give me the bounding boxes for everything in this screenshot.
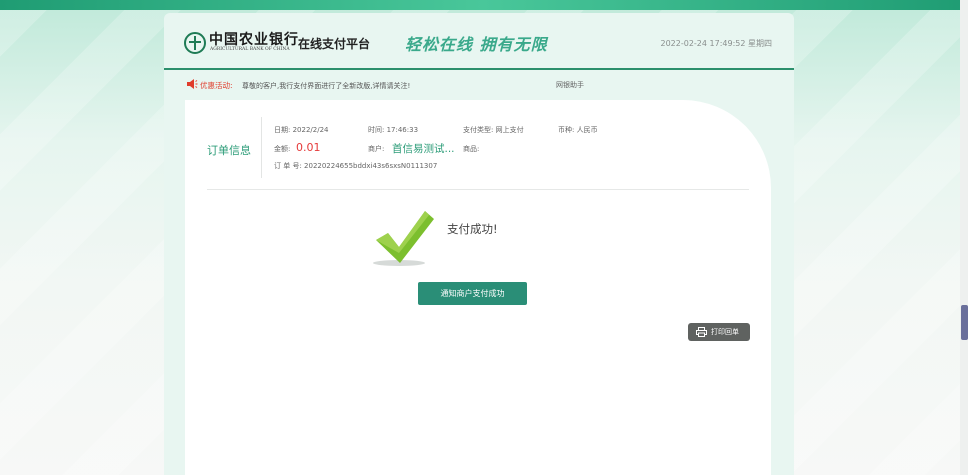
payment-result-card: 订单信息 日期: 2022/2/24 时间: 17:46:33 支付类型: 网上…: [185, 100, 771, 475]
success-check-icon: [373, 211, 434, 266]
header: 中国农业银行 AGRICULTURAL BANK OF CHINA 在线支付平台…: [164, 13, 794, 70]
bank-name: 中国农业银行: [209, 32, 299, 48]
online-banking-assistant-link[interactable]: 网银助手: [556, 80, 584, 90]
notify-merchant-button[interactable]: 通知商户支付成功: [418, 282, 527, 305]
print-button-label: 打印回单: [711, 328, 739, 336]
section-divider: [207, 189, 749, 190]
print-receipt-button[interactable]: 打印回单: [688, 323, 750, 341]
current-datetime: 2022-02-24 17:49:52 星期四: [660, 39, 772, 48]
promo-label: 优惠活动:: [200, 81, 233, 90]
abc-logo-icon: [184, 32, 206, 54]
order-date: 日期: 2022/2/24: [274, 126, 329, 134]
payment-type: 支付类型: 网上支付: [463, 126, 524, 134]
merchant-label: 商户:: [368, 145, 385, 153]
slogan: 轻松在线 拥有无限: [405, 35, 548, 54]
speaker-icon: [187, 79, 198, 89]
currency: 币种: 人民币: [558, 126, 598, 134]
amount-value: 0.01: [296, 141, 321, 154]
notice-text[interactable]: 尊敬的客户,我行支付界面进行了全新改版,详情请关注!: [242, 81, 410, 91]
notice-bar: 优惠活动: 尊敬的客户,我行支付界面进行了全新改版,详情请关注! 网银助手: [164, 70, 794, 100]
goods-label: 商品:: [463, 145, 480, 153]
platform-title: 在线支付平台: [298, 37, 371, 51]
payment-success-text: 支付成功!: [447, 222, 498, 236]
order-number: 订 单 号: 20220224655bddxi43s6sxsN0111307: [274, 162, 438, 170]
top-accent-bar: [0, 0, 968, 10]
printer-icon: [696, 327, 707, 337]
scrollbar-track[interactable]: [960, 0, 968, 475]
order-info-title: 订单信息: [207, 144, 251, 157]
amount-label: 金额:: [274, 145, 291, 153]
bank-name-english: AGRICULTURAL BANK OF CHINA: [210, 47, 290, 52]
vertical-divider: [261, 117, 262, 178]
merchant-value: 首信易测试...: [392, 143, 455, 155]
scrollbar-thumb[interactable]: [961, 305, 968, 340]
order-time: 时间: 17:46:33: [368, 126, 419, 134]
